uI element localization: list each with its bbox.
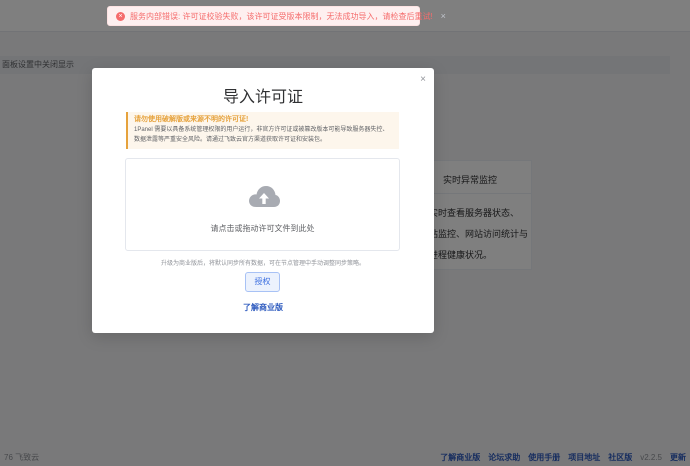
warning-title: 请勿使用破解版或来源不明的许可证! <box>134 116 249 123</box>
learn-business-link[interactable]: 了解商业版 <box>92 302 434 313</box>
warning-alert: 请勿使用破解版或来源不明的许可证! 1Panel 需要以具备系统管理权限的用户运… <box>126 112 399 149</box>
error-message: 服务内部错误: 许可证校验失败，该许可证受版本限制，无法成功导入，请检查后重试! <box>130 11 433 21</box>
error-icon: × <box>116 11 125 21</box>
upload-instruction: 请点击或拖动许可文件到此处 <box>210 224 315 233</box>
authorize-button[interactable]: 授权 <box>245 272 280 292</box>
upgrade-hint: 升级为商业版后，将默认同步所有数据，可在节点管理中手动调整同步策略。 <box>160 261 365 267</box>
close-icon[interactable]: × <box>441 11 446 21</box>
error-toast: × 服务内部错误: 许可证校验失败，该许可证受版本限制，无法成功导入，请检查后重… <box>107 6 446 26</box>
warning-text: 1Panel 需要以具备系统管理权限的用户运行，非官方许可证或被篡改版本可能导致… <box>134 127 389 133</box>
cloud-upload-icon <box>249 186 280 207</box>
dialog-title: 导入许可证 <box>222 89 303 106</box>
warning-text: 数据泄露等严重安全风险。请通过飞致云官方渠道获取许可证和安装包。 <box>134 137 327 143</box>
import-license-dialog: × 导入许可证 请勿使用破解版或来源不明的许可证! 1Panel 需要以具备系统… <box>92 68 434 333</box>
license-upload-area[interactable]: 请点击或拖动许可文件到此处 <box>125 158 400 251</box>
